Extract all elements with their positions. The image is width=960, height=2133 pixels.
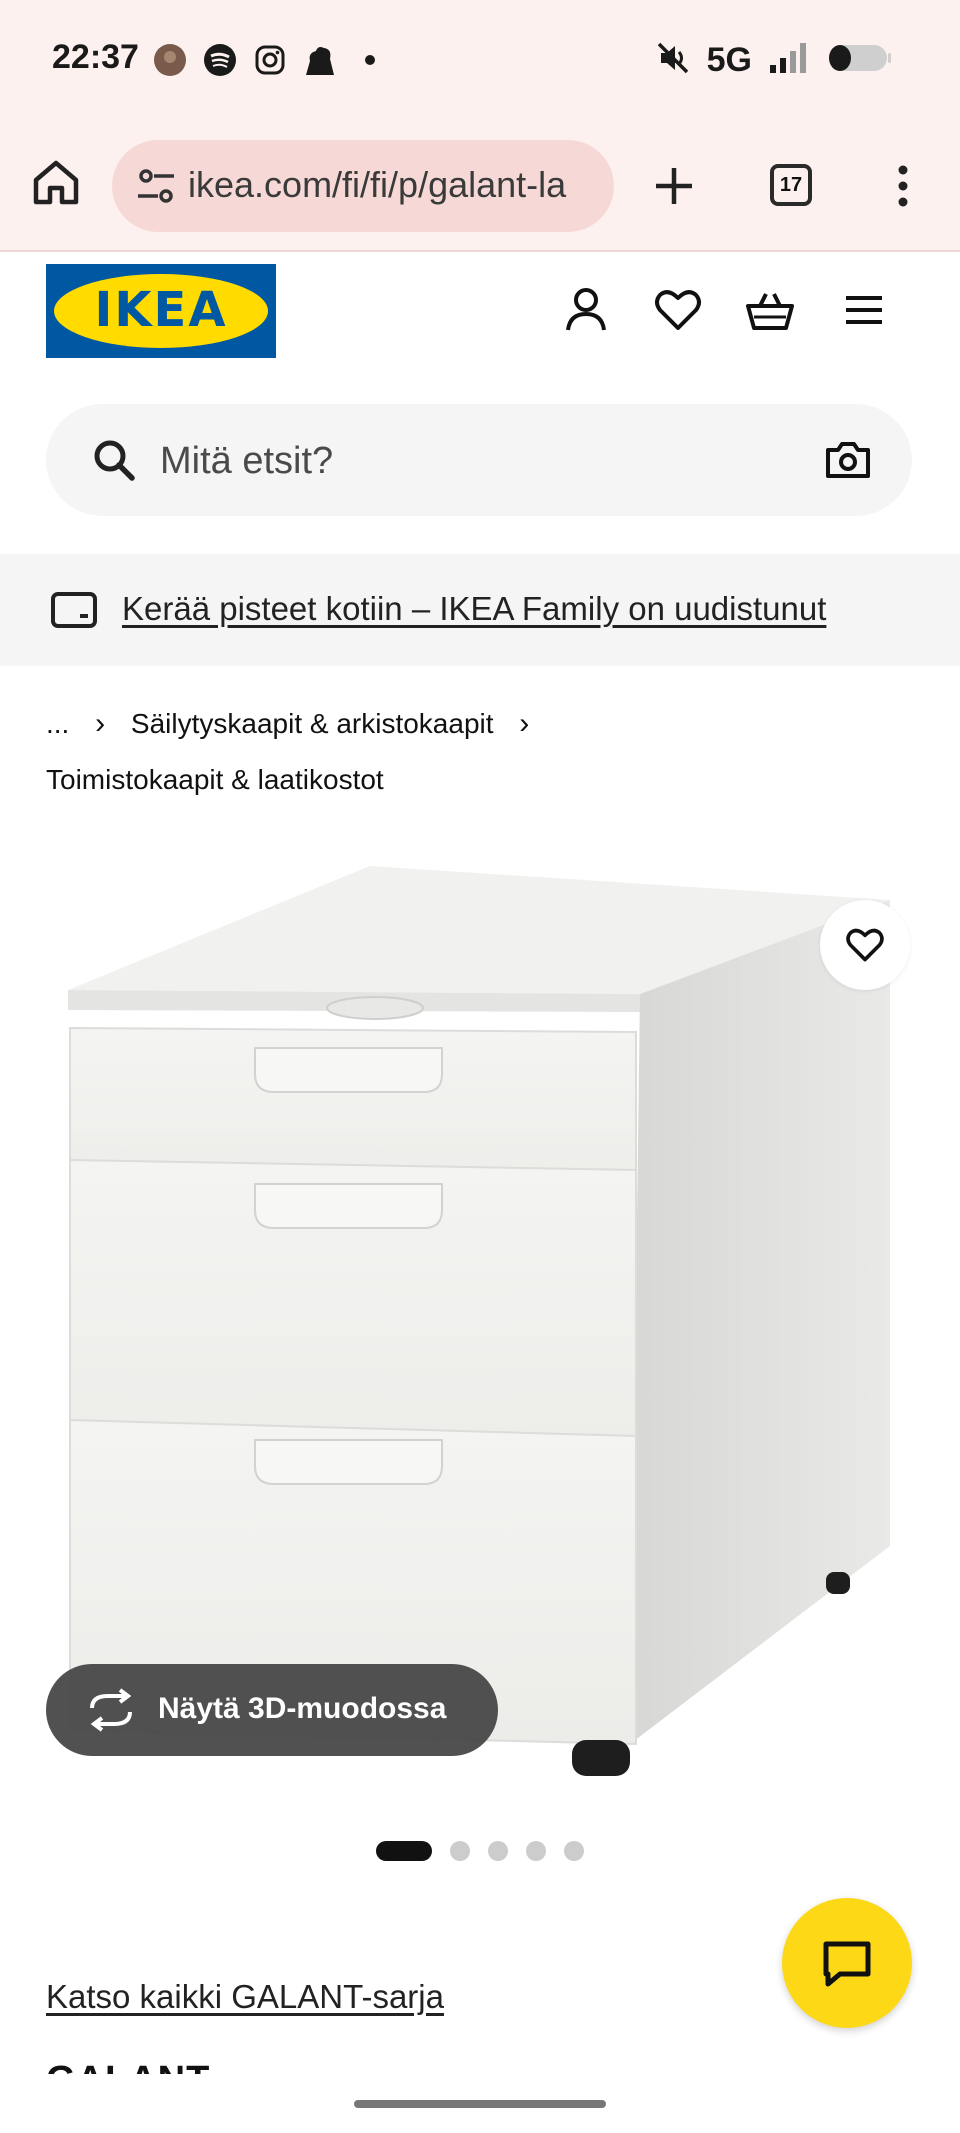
search-icon [90, 436, 138, 484]
product-name: GALANT [46, 2058, 210, 2074]
carousel-dot[interactable] [526, 1841, 546, 1861]
breadcrumb: ... › Säilytyskaapit & arkistokaapit › T… [46, 696, 916, 808]
basket-icon [746, 293, 794, 330]
network-label: 5G [706, 41, 752, 79]
gesture-home-indicator[interactable] [354, 2100, 606, 2108]
breadcrumb-ellipsis[interactable]: ... [46, 708, 69, 739]
drawer-unit-image [68, 866, 890, 1776]
status-time: 22:37 [52, 38, 139, 76]
product-image-carousel[interactable] [0, 830, 960, 1800]
card-icon [50, 590, 98, 630]
instagram-icon [252, 42, 288, 78]
new-tab-button[interactable] [648, 160, 700, 212]
heart-icon [655, 290, 701, 330]
breadcrumb-item[interactable]: Säilytyskaapit & arkistokaapit [131, 708, 494, 739]
notification-icon [302, 42, 338, 78]
breadcrumb-item-current[interactable]: Toimistokaapit & laatikostot [46, 752, 916, 808]
chevron-right-icon: › [95, 707, 106, 740]
camera-search-icon[interactable] [824, 436, 872, 484]
home-icon [33, 160, 79, 205]
carousel-dot[interactable] [450, 1841, 470, 1861]
tab-switcher-button[interactable]: 17 [770, 164, 812, 206]
account-button[interactable] [560, 284, 612, 336]
add-to-favourites-button[interactable] [820, 900, 910, 990]
menu-icon [846, 296, 882, 324]
battery-icon [828, 42, 892, 79]
promo-link[interactable]: Kerää pisteet kotiin – IKEA Family on uu… [122, 590, 826, 628]
rotate-3d-icon [86, 1688, 136, 1732]
basket-button[interactable] [744, 284, 796, 336]
spotify-icon [202, 42, 238, 78]
carousel-dot-active[interactable] [376, 1841, 432, 1861]
search-placeholder: Mitä etsit? [160, 440, 334, 482]
chat-button[interactable] [782, 1898, 912, 2028]
status-system-icons: 5G [655, 40, 892, 81]
ikea-logo[interactable]: IKEA [46, 264, 276, 358]
favourites-button[interactable] [652, 284, 704, 336]
signal-icon [768, 41, 812, 80]
kebab-icon [898, 165, 908, 207]
url-field[interactable]: ikea.com/fi/fi/p/galant-la [112, 140, 614, 232]
avatar-icon [152, 42, 188, 78]
carousel-dot[interactable] [488, 1841, 508, 1861]
carousel-dot[interactable] [564, 1841, 584, 1861]
account-icon [566, 288, 606, 331]
more-options-button[interactable] [886, 160, 920, 212]
url-text: ikea.com/fi/fi/p/galant-la [188, 164, 567, 205]
view-3d-button[interactable]: Näytä 3D-muodossa [46, 1664, 498, 1756]
mute-icon [655, 40, 691, 81]
series-link[interactable]: Katso kaikki GALANT-sarja [46, 1978, 444, 2016]
view-3d-label: Näytä 3D-muodossa [158, 1692, 447, 1725]
carousel-dots [376, 1840, 584, 1862]
home-button[interactable] [30, 156, 82, 208]
logo-text: IKEA [94, 282, 228, 338]
browser-chrome: 22:37 5G ikea.com/fi/fi/p/galant-la 17 [0, 0, 960, 252]
dot-icon [352, 42, 388, 78]
search-input[interactable]: Mitä etsit? [46, 404, 912, 516]
family-promo-banner[interactable]: Kerää pisteet kotiin – IKEA Family on uu… [0, 554, 960, 666]
heart-icon [846, 928, 884, 962]
menu-button[interactable] [838, 284, 890, 336]
chevron-right-icon: › [519, 707, 530, 740]
status-notification-icons [152, 42, 388, 78]
plus-icon [656, 168, 692, 204]
address-bar-row: ikea.com/fi/fi/p/galant-la 17 [0, 136, 960, 236]
tab-count: 17 [779, 173, 803, 196]
site-settings-icon[interactable] [134, 164, 178, 208]
chat-icon [823, 1941, 871, 1987]
